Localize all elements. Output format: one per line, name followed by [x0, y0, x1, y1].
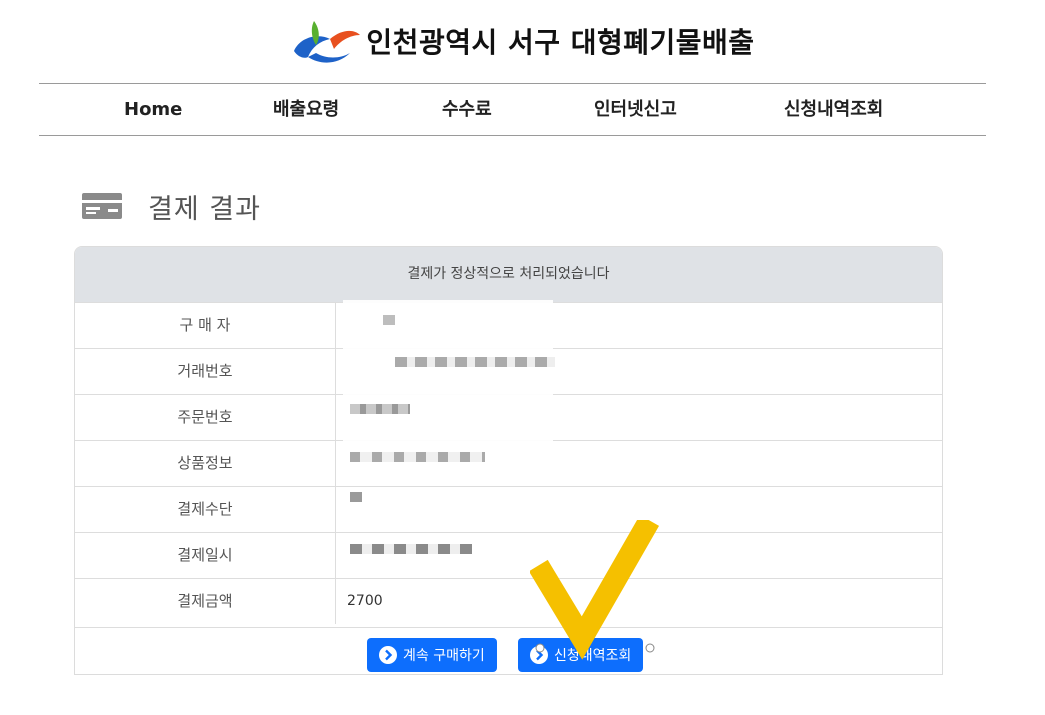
continue-purchase-button[interactable]: 계속 구매하기: [367, 638, 497, 672]
nav-home[interactable]: Home: [124, 84, 182, 135]
redaction-mask: [343, 300, 553, 475]
nav-disposal-guide[interactable]: 배출요령: [273, 84, 339, 135]
page-title: 결제 결과: [148, 193, 261, 225]
row-label-payment-amount: 결제금액: [75, 579, 336, 624]
redacted-block: [395, 357, 555, 367]
redacted-block: [383, 315, 395, 325]
row-label-transaction-no: 거래번호: [75, 349, 336, 394]
checkmark-annotation-icon: [530, 520, 660, 660]
incheon-seogu-logo-icon[interactable]: [290, 15, 362, 67]
continue-purchase-label: 계속 구매하기: [403, 648, 485, 664]
redacted-block: [350, 452, 485, 462]
result-message: 결제가 정상적으로 처리되었습니다: [75, 247, 942, 302]
redacted-block: [350, 404, 410, 414]
table-row: 결제일시: [75, 532, 942, 578]
page-heading: 결제 결과: [82, 186, 261, 226]
redacted-block: [350, 544, 472, 554]
action-buttons: 계속 구매하기 신청내역조회: [75, 627, 942, 673]
row-label-payment-method: 결제수단: [75, 487, 336, 532]
nav-online-report[interactable]: 인터넷신고: [594, 84, 677, 135]
row-label-product-info: 상품정보: [75, 441, 336, 486]
chevron-circle-right-icon: [379, 646, 397, 664]
table-row: 결제금액 2700: [75, 578, 942, 624]
row-label-payment-datetime: 결제일시: [75, 533, 336, 578]
row-value-payment-amount: 2700: [347, 593, 383, 609]
row-label-buyer: 구 매 자: [75, 303, 336, 348]
site-header: 인천광역시 서구 대형폐기물배출: [0, 12, 1045, 70]
nav-application-history[interactable]: 신청내역조회: [784, 84, 883, 135]
table-row: 결제수단: [75, 486, 942, 532]
redacted-block: [350, 492, 362, 502]
nav-fees[interactable]: 수수료: [442, 84, 492, 135]
main-nav: Home 배출요령 수수료 인터넷신고 신청내역조회: [39, 83, 986, 136]
credit-card-icon: [82, 193, 122, 219]
row-label-order-no: 주문번호: [75, 395, 336, 440]
site-title: 인천광역시 서구 대형폐기물배출: [366, 26, 755, 59]
